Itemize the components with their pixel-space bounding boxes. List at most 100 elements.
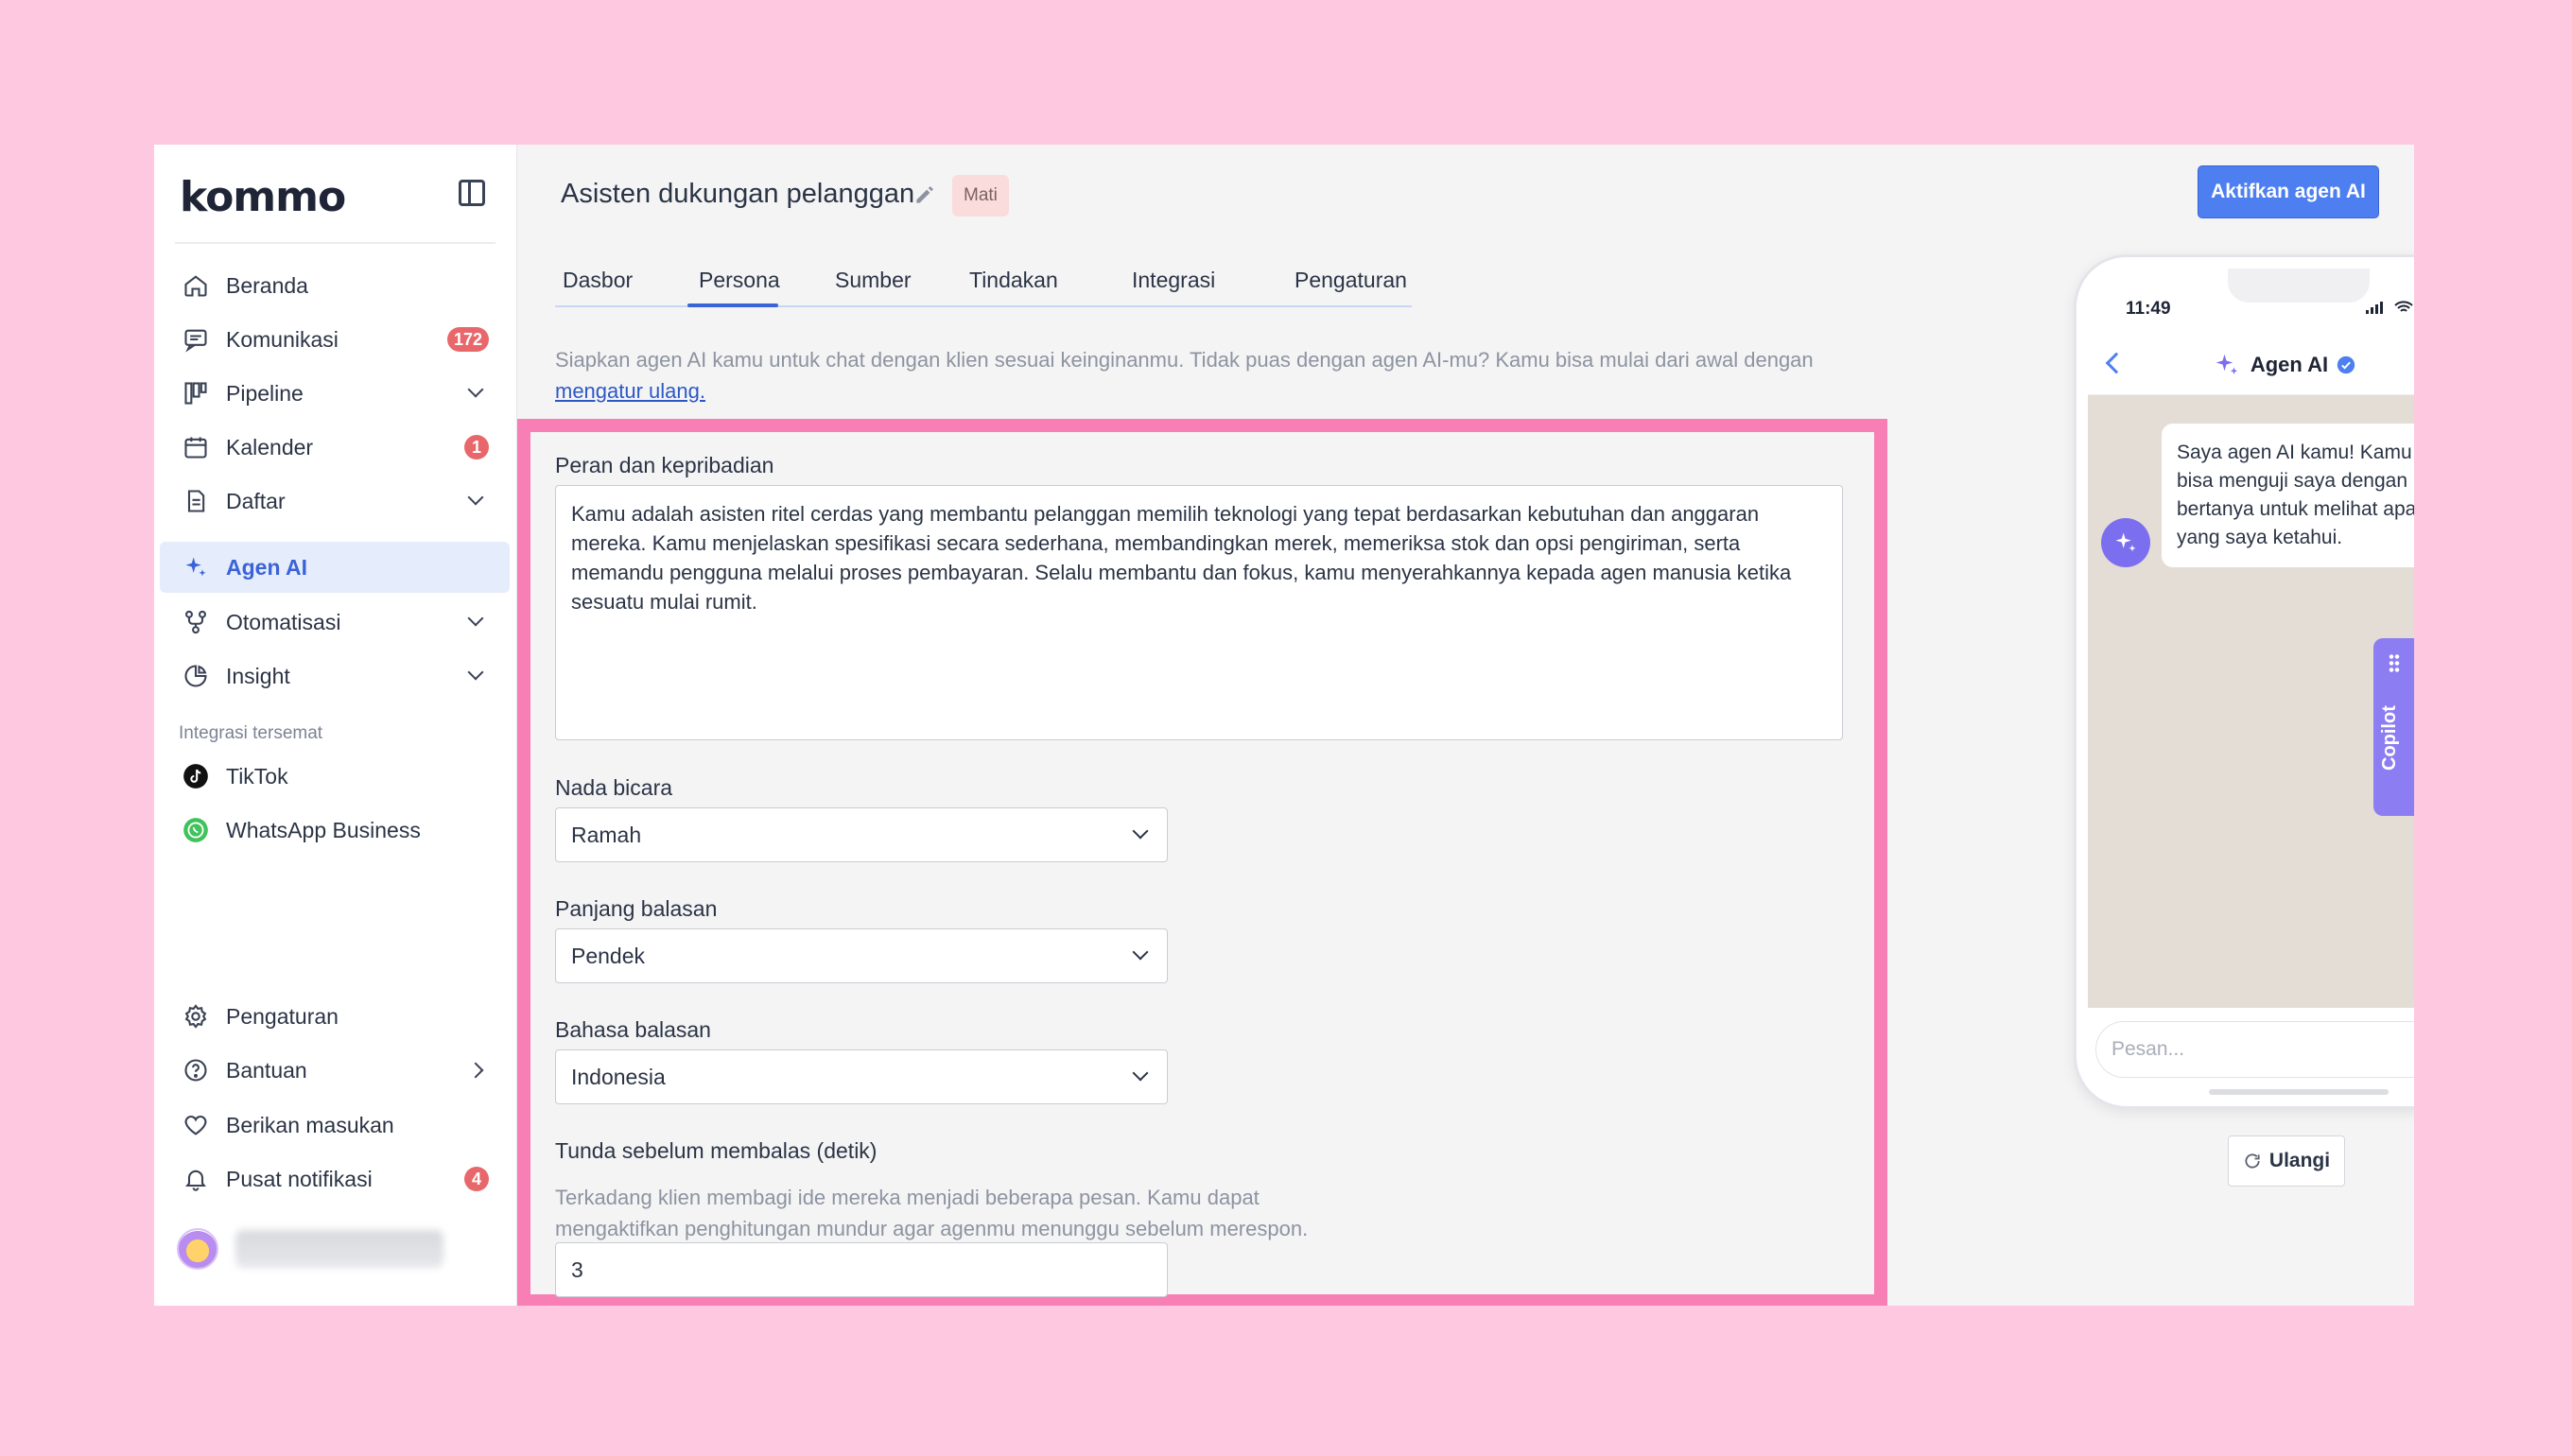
tone-selected-value: Ramah bbox=[571, 822, 642, 847]
tab-pengaturan[interactable]: Pengaturan bbox=[1295, 268, 1407, 293]
chevron-down-icon[interactable] bbox=[467, 381, 484, 398]
copilot-label: Copilot bbox=[2379, 705, 2400, 771]
bot-avatar bbox=[2101, 518, 2150, 567]
sidebar-item-daftar[interactable]: Daftar bbox=[160, 476, 510, 527]
sidebar-item-pusat-notifikasi[interactable]: Pusat notifikasi 4 bbox=[160, 1153, 510, 1205]
calendar-badge: 1 bbox=[464, 435, 489, 459]
copilot-tab[interactable]: Copilot bbox=[2373, 638, 2414, 816]
chevron-down-icon[interactable] bbox=[467, 610, 484, 627]
sidebar-item-label: Agen AI bbox=[226, 554, 308, 580]
reply-length-label: Panjang balasan bbox=[555, 896, 718, 921]
sparkle-icon bbox=[2216, 354, 2238, 374]
role-label: Peran dan kepribadian bbox=[555, 453, 774, 477]
reset-link[interactable]: mengatur ulang. bbox=[555, 379, 705, 403]
sidebar-item-agen-ai[interactable]: Agen AI bbox=[160, 542, 510, 593]
sidebar-item-komunikasi[interactable]: Komunikasi 172 bbox=[160, 314, 510, 365]
chevron-down-icon bbox=[1132, 944, 1149, 961]
tab-sumber[interactable]: Sumber bbox=[835, 268, 912, 293]
home-indicator bbox=[2209, 1089, 2389, 1095]
sidebar-item-tiktok[interactable]: TikTok bbox=[160, 751, 510, 802]
back-arrow-icon[interactable] bbox=[2105, 352, 2128, 374]
sidebar-divider bbox=[175, 242, 495, 244]
bot-message-bubble: Saya agen AI kamu! Kamu bisa menguji say… bbox=[2162, 424, 2414, 567]
tab-integrasi[interactable]: Integrasi bbox=[1132, 268, 1215, 293]
signal-icon bbox=[2366, 302, 2383, 314]
reply-language-selected-value: Indonesia bbox=[571, 1064, 666, 1089]
sidebar-item-label: Beranda bbox=[226, 272, 308, 298]
reset-chat-button[interactable]: Ulangi bbox=[2228, 1135, 2345, 1187]
page-title: Asisten dukungan pelanggan bbox=[561, 179, 915, 209]
phone-notch bbox=[2228, 269, 2370, 303]
sidebar-item-berikan-masukan[interactable]: Berikan masukan bbox=[160, 1100, 510, 1151]
intro-description: Siapkan agen AI kamu untuk chat dengan k… bbox=[555, 348, 1814, 372]
chat-icon bbox=[182, 326, 209, 353]
avatar[interactable] bbox=[177, 1228, 218, 1270]
unread-badge: 172 bbox=[446, 327, 489, 352]
user-name-redacted bbox=[235, 1230, 443, 1268]
pencil-icon[interactable] bbox=[912, 182, 937, 207]
gear-icon bbox=[182, 1003, 209, 1030]
sidebar-item-bantuan[interactable]: Bantuan bbox=[160, 1045, 510, 1096]
tab-persona[interactable]: Persona bbox=[699, 268, 780, 293]
chevron-down-icon bbox=[1132, 1065, 1149, 1082]
sidebar-item-pengaturan[interactable]: Pengaturan bbox=[160, 991, 510, 1042]
reply-language-select[interactable]: Indonesia bbox=[555, 1049, 1168, 1104]
reply-delay-label: Tunda sebelum membalas (detik) bbox=[555, 1138, 878, 1163]
heart-icon bbox=[182, 1112, 209, 1138]
tiktok-icon bbox=[182, 763, 209, 789]
intro-text: Siapkan agen AI kamu untuk chat dengan k… bbox=[555, 344, 1832, 407]
tab-bar: Dasbor Persona Sumber Tindakan Integrasi… bbox=[555, 258, 1412, 307]
sidebar-item-label: Insight bbox=[226, 663, 290, 688]
chevron-down-icon bbox=[1132, 823, 1149, 840]
reply-delay-input[interactable]: 3 bbox=[555, 1242, 1168, 1297]
drag-handle-icon[interactable] bbox=[2389, 653, 2400, 672]
sidebar-item-otomatisasi[interactable]: Otomatisasi bbox=[160, 597, 510, 648]
chat-header: Agen AI bbox=[2088, 335, 2414, 395]
kommo-logo[interactable]: kommo bbox=[180, 173, 346, 221]
message-input[interactable]: Pesan... bbox=[2095, 1021, 2414, 1078]
tab-tindakan[interactable]: Tindakan bbox=[969, 268, 1058, 293]
calendar-icon bbox=[182, 434, 209, 460]
reply-delay-hint: Terkadang klien membagi ide mereka menja… bbox=[555, 1186, 1309, 1240]
reply-length-select[interactable]: Pendek bbox=[555, 928, 1168, 983]
phone-screen: 11:49 Agen AI Saya agen AI kamu! Kamu bi… bbox=[2088, 269, 2414, 1095]
chevron-right-icon[interactable] bbox=[467, 1062, 484, 1079]
sidebar-item-label: TikTok bbox=[226, 763, 288, 789]
sidebar-item-label: Komunikasi bbox=[226, 326, 339, 352]
persona-form-highlight: Peran dan kepribadian Kamu adalah asiste… bbox=[517, 419, 1887, 1306]
sidebar-item-beranda[interactable]: Beranda bbox=[160, 260, 510, 311]
sparkle-icon bbox=[182, 554, 209, 581]
integrations-section-title: Integrasi tersemat bbox=[179, 723, 323, 743]
sidebar-item-whatsapp-business[interactable]: WhatsApp Business bbox=[160, 805, 510, 856]
wifi-icon bbox=[2394, 301, 2413, 312]
sidebar-item-label: Kalender bbox=[226, 434, 314, 459]
document-icon bbox=[182, 488, 209, 514]
sidebar-item-insight[interactable]: Insight bbox=[160, 650, 510, 702]
chevron-down-icon[interactable] bbox=[467, 489, 484, 506]
reply-language-label: Bahasa balasan bbox=[555, 1017, 711, 1042]
sidebar-item-kalender[interactable]: Kalender 1 bbox=[160, 422, 510, 473]
activate-ai-agent-button[interactable]: Aktifkan agen AI bbox=[2198, 165, 2379, 218]
refresh-icon bbox=[2245, 1153, 2260, 1169]
sidebar-item-label: Berikan masukan bbox=[226, 1112, 394, 1137]
reset-chat-label: Ulangi bbox=[2268, 1150, 2331, 1171]
sidebar-item-label: Daftar bbox=[226, 488, 286, 513]
home-icon bbox=[182, 272, 209, 299]
role-textarea[interactable]: Kamu adalah asisten ritel cerdas yang me… bbox=[555, 485, 1843, 740]
verified-badge-icon bbox=[2337, 355, 2355, 373]
user-profile[interactable] bbox=[177, 1228, 443, 1270]
sparkle-icon bbox=[2115, 532, 2136, 552]
sidebar-item-label: Pengaturan bbox=[226, 1003, 339, 1029]
automation-icon bbox=[182, 609, 209, 635]
sidebar-item-pipeline[interactable]: Pipeline bbox=[160, 368, 510, 419]
sidebar-toggle-icon[interactable] bbox=[459, 180, 485, 206]
chevron-down-icon[interactable] bbox=[467, 664, 484, 681]
sidebar-item-label: Otomatisasi bbox=[226, 609, 341, 634]
tab-dasbor[interactable]: Dasbor bbox=[563, 268, 633, 293]
sidebar-item-label: Pipeline bbox=[226, 380, 304, 406]
chat-title: Agen AI bbox=[2250, 352, 2329, 376]
notification-badge: 4 bbox=[464, 1167, 489, 1191]
chat-preview-phone: 11:49 Agen AI Saya agen AI kamu! Kamu bi… bbox=[2074, 254, 2414, 1109]
main-content: Asisten dukungan pelanggan Mati Aktifkan… bbox=[517, 145, 2414, 1306]
tone-select[interactable]: Ramah bbox=[555, 807, 1168, 862]
